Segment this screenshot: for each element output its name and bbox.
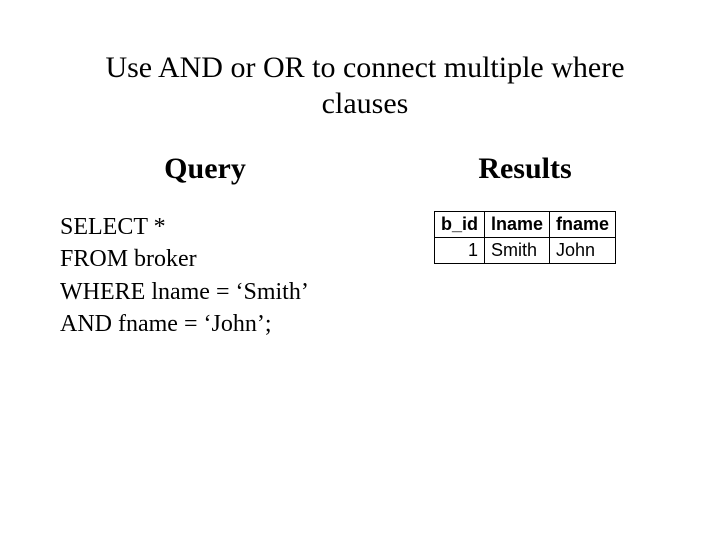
sql-line-4: AND fname = ‘John’; bbox=[60, 308, 350, 340]
col-header: fname bbox=[550, 212, 616, 238]
title-line-1: Use AND or OR to connect multiple where bbox=[105, 51, 624, 84]
col-header: lname bbox=[484, 212, 549, 238]
results-heading: Results bbox=[380, 152, 670, 186]
sql-line-2: FROM broker bbox=[60, 243, 350, 275]
cell-b_id: 1 bbox=[434, 238, 484, 264]
table-header-row: b_id lname fname bbox=[434, 212, 615, 238]
title-line-2: clauses bbox=[322, 87, 409, 120]
sql-query: SELECT * FROM broker WHERE lname = ‘Smit… bbox=[60, 211, 350, 341]
query-heading: Query bbox=[60, 152, 350, 186]
results-table: b_id lname fname 1 Smith John bbox=[434, 211, 616, 264]
cell-lname: Smith bbox=[484, 238, 549, 264]
sql-line-3: WHERE lname = ‘Smith’ bbox=[60, 276, 350, 308]
col-header: b_id bbox=[434, 212, 484, 238]
table-row: 1 Smith John bbox=[434, 238, 615, 264]
sql-line-1: SELECT * bbox=[60, 211, 350, 243]
slide-title: Use AND or OR to connect multiple where … bbox=[60, 50, 670, 122]
cell-fname: John bbox=[550, 238, 616, 264]
